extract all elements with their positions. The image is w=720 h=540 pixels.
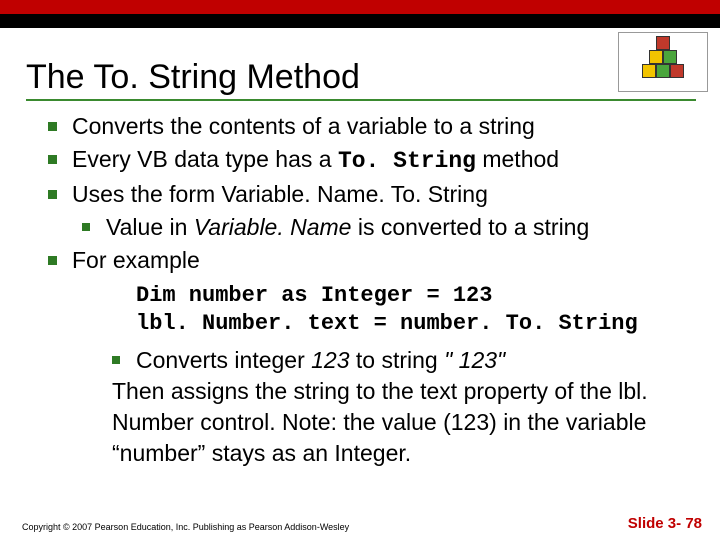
slide-body: Converts the contents of a variable to a… <box>0 101 720 469</box>
bullet-2-code: To. String <box>338 148 476 174</box>
code-line-2: lbl. Number. text = number. To. String <box>136 310 690 338</box>
top-red-bar <box>0 0 720 14</box>
tail-sub-mid: to string <box>350 347 445 373</box>
bullet-3-sub-pre: Value in <box>106 214 194 240</box>
tail-sub-ital1: 123 <box>311 347 349 373</box>
bullet-3-sub-post: is converted to a string <box>351 214 589 240</box>
top-black-bar <box>0 14 720 28</box>
bullet-3-sub-ital: Variable. Name <box>194 214 352 240</box>
tail-sub-pre: Converts integer <box>136 347 311 373</box>
slide-title: The To. String Method <box>0 28 720 99</box>
bullet-3: Uses the form Variable. Name. To. String <box>48 179 690 210</box>
copyright-footer: Copyright © 2007 Pearson Education, Inc.… <box>22 522 349 532</box>
tail-text: Then assigns the string to the text prop… <box>112 376 690 469</box>
code-line-1: Dim number as Integer = 123 <box>136 282 690 310</box>
bullet-2-pre: Every VB data type has a <box>72 146 338 172</box>
tail-sub-ital2: " 123" <box>444 347 505 373</box>
bullet-3-sub: Value in Variable. Name is converted to … <box>82 212 690 243</box>
code-block: Dim number as Integer = 123 lbl. Number.… <box>136 282 690 337</box>
slide-number: Slide 3- 78 <box>628 515 702 532</box>
bullet-4: For example <box>48 245 690 276</box>
book-logo <box>618 32 708 92</box>
tail-sub-bullet: Converts integer 123 to string " 123" <box>112 345 690 376</box>
bullet-1: Converts the contents of a variable to a… <box>48 111 690 142</box>
blocks-icon <box>638 42 688 82</box>
bullet-2-post: method <box>476 146 559 172</box>
bullet-2: Every VB data type has a To. String meth… <box>48 144 690 177</box>
